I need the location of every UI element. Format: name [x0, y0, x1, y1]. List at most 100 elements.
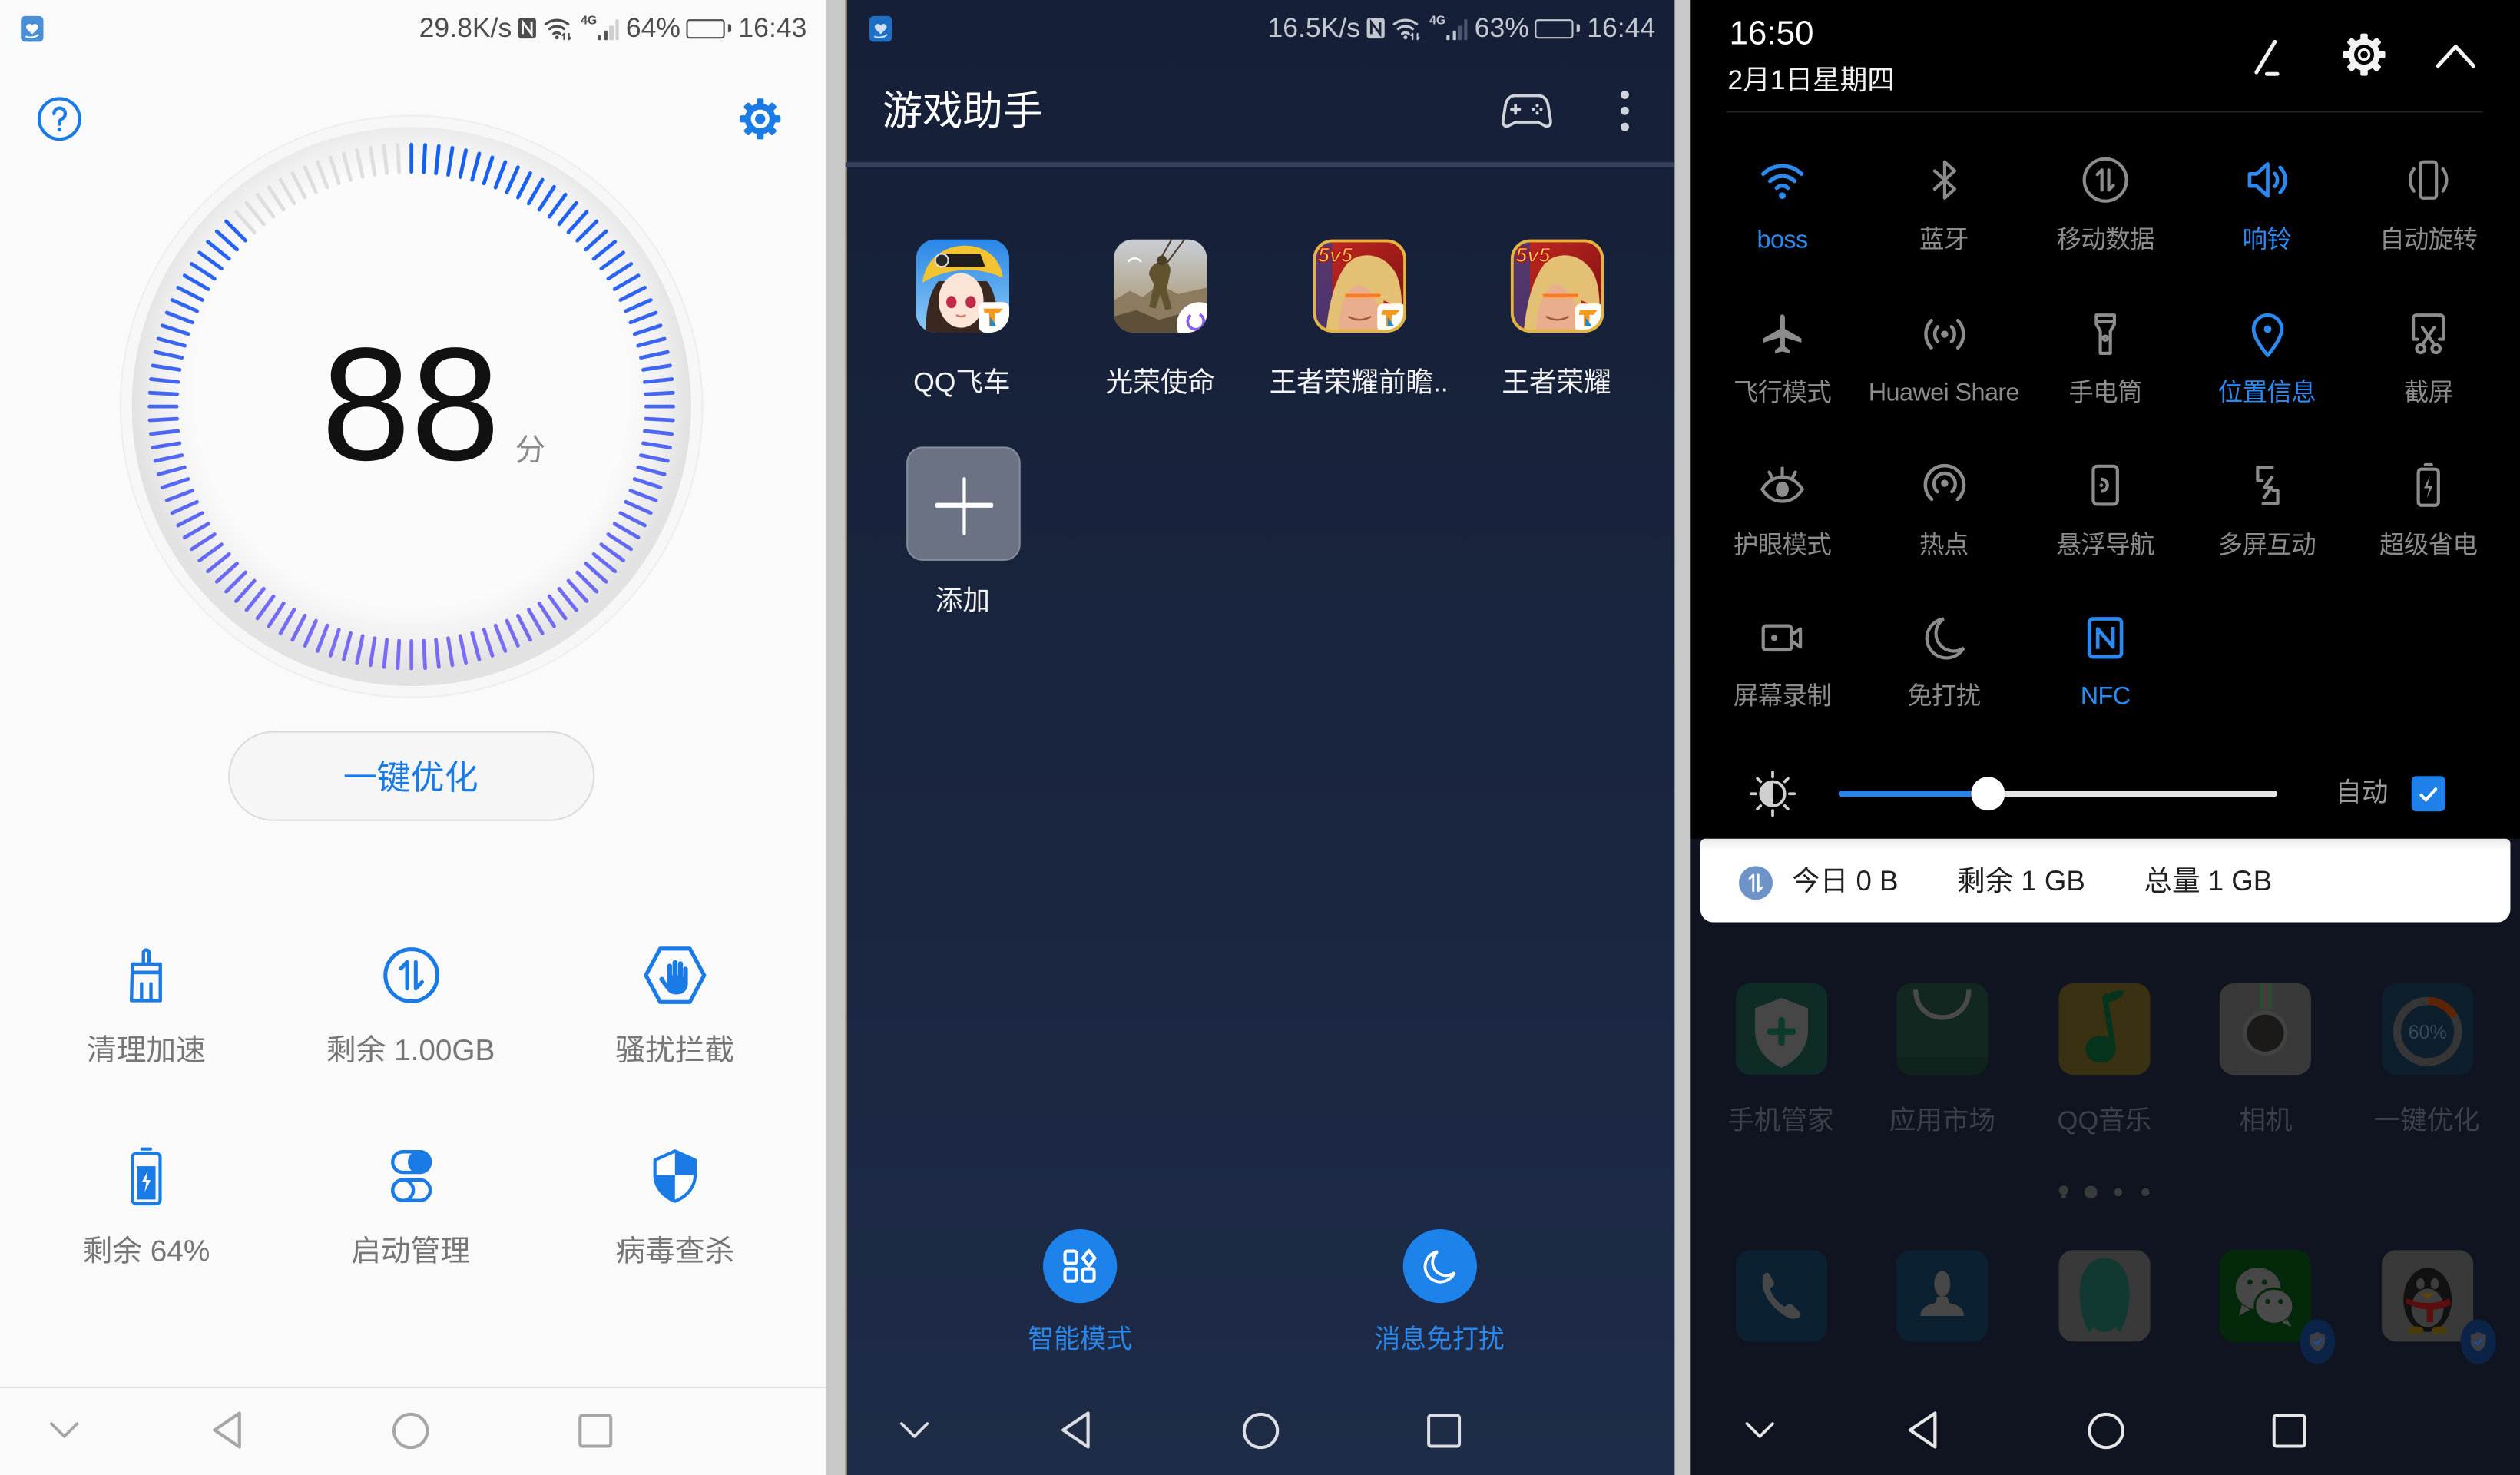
toggle-mobile-data[interactable]: 移动数据 — [2025, 154, 2186, 257]
home-app[interactable]: 应用市场 — [1862, 983, 2022, 1144]
settings-button[interactable] — [2340, 31, 2387, 78]
nav-back-button[interactable] — [1043, 1403, 1108, 1457]
toggle-hotspot[interactable]: 热点 — [1863, 459, 2024, 562]
toggle-power-saving[interactable]: 超级省电 — [2348, 459, 2508, 562]
toggle-screenshot[interactable]: 截屏 — [2348, 308, 2508, 411]
nav-back-button[interactable] — [194, 1403, 259, 1457]
brightness-thumb[interactable] — [1971, 777, 2005, 811]
tool-startup-manager[interactable]: 启动管理 — [298, 1147, 523, 1282]
toggle-location[interactable]: 位置信息 — [2187, 308, 2347, 411]
toggle-nfc[interactable]: NFC — [2025, 612, 2186, 714]
qq-speed-game-icon — [915, 239, 1009, 333]
optimize-app-badge: 60% — [2408, 1022, 2446, 1043]
dock-app[interactable] — [2024, 1249, 2184, 1410]
page-dot[interactable] — [2114, 1187, 2123, 1196]
page-dot[interactable] — [2141, 1187, 2151, 1196]
ring-volume-icon — [2243, 156, 2291, 204]
nav-home-button[interactable] — [1228, 1403, 1293, 1457]
app-label: 手机管家 — [1727, 1105, 1834, 1135]
home-icon — [1241, 1411, 1279, 1449]
tool-harassment-block[interactable]: 骚扰拦截 — [562, 946, 787, 1082]
add-game-button[interactable] — [906, 446, 1020, 561]
more-vertical-icon — [1620, 90, 1628, 131]
collapse-shade-button[interactable] — [2435, 43, 2476, 68]
game-item[interactable]: 5v5 王者荣耀前瞻.. — [1263, 239, 1455, 416]
game-controller-button[interactable] — [1500, 91, 1551, 130]
honor-of-kings-game-icon: 5v5 — [1509, 239, 1604, 333]
dock-app[interactable] — [1700, 1249, 1861, 1410]
recents-icon — [578, 1413, 613, 1447]
moon-icon — [1422, 1250, 1455, 1284]
nav-recents-button[interactable] — [2257, 1403, 2321, 1457]
tool-clean-speedup[interactable]: 清理加速 — [34, 946, 259, 1082]
nav-recents-button[interactable] — [563, 1403, 628, 1457]
tool-battery[interactable]: 剩余 64% — [34, 1147, 259, 1282]
hotspot-icon — [1919, 461, 1968, 509]
home-app[interactable]: 手机管家 — [1700, 983, 1861, 1144]
data-remaining: 剩余 1 GB — [1956, 864, 2085, 897]
more-options-button[interactable] — [1619, 90, 1629, 131]
toggle-screen-record[interactable]: 屏幕录制 — [1702, 612, 1863, 714]
tool-data-traffic[interactable]: 剩余 1.00GB — [298, 946, 523, 1082]
nav-back-button[interactable] — [1889, 1403, 1954, 1457]
home-app[interactable]: 60% 一键优化 — [2346, 983, 2507, 1144]
nav-home-button[interactable] — [2073, 1403, 2138, 1457]
nav-hide-button[interactable] — [882, 1403, 946, 1457]
toggle-wifi[interactable]: boss — [1702, 154, 1863, 257]
gauge-tick-filled — [147, 390, 178, 396]
message-dnd-button[interactable]: 消息免打扰 — [1327, 1228, 1552, 1364]
game-item[interactable]: 5v5 王者荣耀 — [1460, 239, 1653, 416]
nfc-icon — [2081, 613, 2130, 661]
back-icon — [213, 1411, 241, 1449]
game-item[interactable]: QQ飞车 — [866, 239, 1058, 416]
nav-home-button[interactable] — [379, 1403, 443, 1457]
nav-hide-button[interactable] — [1727, 1403, 1792, 1457]
screen-record-icon — [1758, 613, 1806, 661]
score-value: 88 — [321, 314, 501, 496]
dock-app[interactable] — [2346, 1249, 2507, 1410]
brightness-slider[interactable] — [1838, 777, 2278, 811]
edit-icon — [2254, 39, 2280, 76]
auto-brightness-checkbox[interactable] — [2410, 776, 2445, 812]
settings-button[interactable] — [737, 96, 783, 141]
home-app[interactable]: 相机 — [2185, 983, 2346, 1144]
do-not-disturb-icon — [1919, 613, 1968, 661]
cellular-signal-icon: 4G — [1429, 15, 1469, 41]
phone-app-icon — [1734, 1249, 1827, 1341]
nav-hide-button[interactable] — [32, 1403, 97, 1457]
network-speed: 16.5K/s — [1267, 12, 1361, 44]
feed-page-indicator[interactable] — [2058, 1185, 2069, 1199]
game-item[interactable]: 光荣使命 — [1064, 239, 1257, 416]
camera-app-icon — [2220, 983, 2312, 1076]
toggle-flashlight[interactable]: 手电筒 — [2025, 308, 2186, 411]
toggle-huawei-share[interactable]: Huawei Share — [1863, 308, 2024, 411]
page-title: 游戏助手 — [882, 89, 1044, 134]
smart-mode-button[interactable]: 智能模式 — [968, 1228, 1193, 1364]
toggle-label: 护眼模式 — [1733, 531, 1832, 559]
toggle-floating-nav[interactable]: 悬浮导航 — [2025, 459, 2186, 562]
toggle-do-not-disturb[interactable]: 免打扰 — [1863, 612, 2024, 714]
help-button[interactable] — [37, 96, 82, 141]
nav-recents-button[interactable] — [1412, 1403, 1477, 1457]
game-badge: 5v5 — [1317, 243, 1353, 267]
data-usage-card[interactable]: 今日 0 B 剩余 1 GB 总量 1 GB — [1700, 838, 2511, 923]
chevron-up-icon — [2436, 45, 2475, 68]
edit-toggles-button[interactable] — [2250, 34, 2295, 79]
tool-virus-scan[interactable]: 病毒查杀 — [562, 1147, 787, 1282]
dock-app[interactable] — [2185, 1249, 2346, 1410]
smart-mode-icon — [1063, 1248, 1097, 1283]
dock-app[interactable] — [1862, 1249, 2022, 1410]
toggle-eye-comfort[interactable]: 护眼模式 — [1702, 459, 1863, 562]
one-tap-optimize-button[interactable]: 一键优化 — [227, 731, 594, 821]
shade-clock: 16:50 — [1729, 15, 1814, 52]
home-app[interactable]: QQ音乐 — [2024, 983, 2184, 1144]
toggle-auto-rotate[interactable]: 自动旋转 — [2348, 154, 2508, 257]
page-dot-active[interactable] — [2084, 1185, 2098, 1198]
toggle-ring[interactable]: 响铃 — [2187, 154, 2347, 257]
broom-icon — [124, 947, 169, 1003]
toggle-airplane-mode[interactable]: 飞行模式 — [1702, 308, 1863, 411]
brightness-track[interactable] — [1838, 791, 2278, 797]
toggle-bluetooth[interactable]: 蓝牙 — [1863, 154, 2024, 257]
shield-icon — [651, 1147, 699, 1205]
toggle-multi-screen[interactable]: 多屏互动 — [2187, 459, 2347, 562]
